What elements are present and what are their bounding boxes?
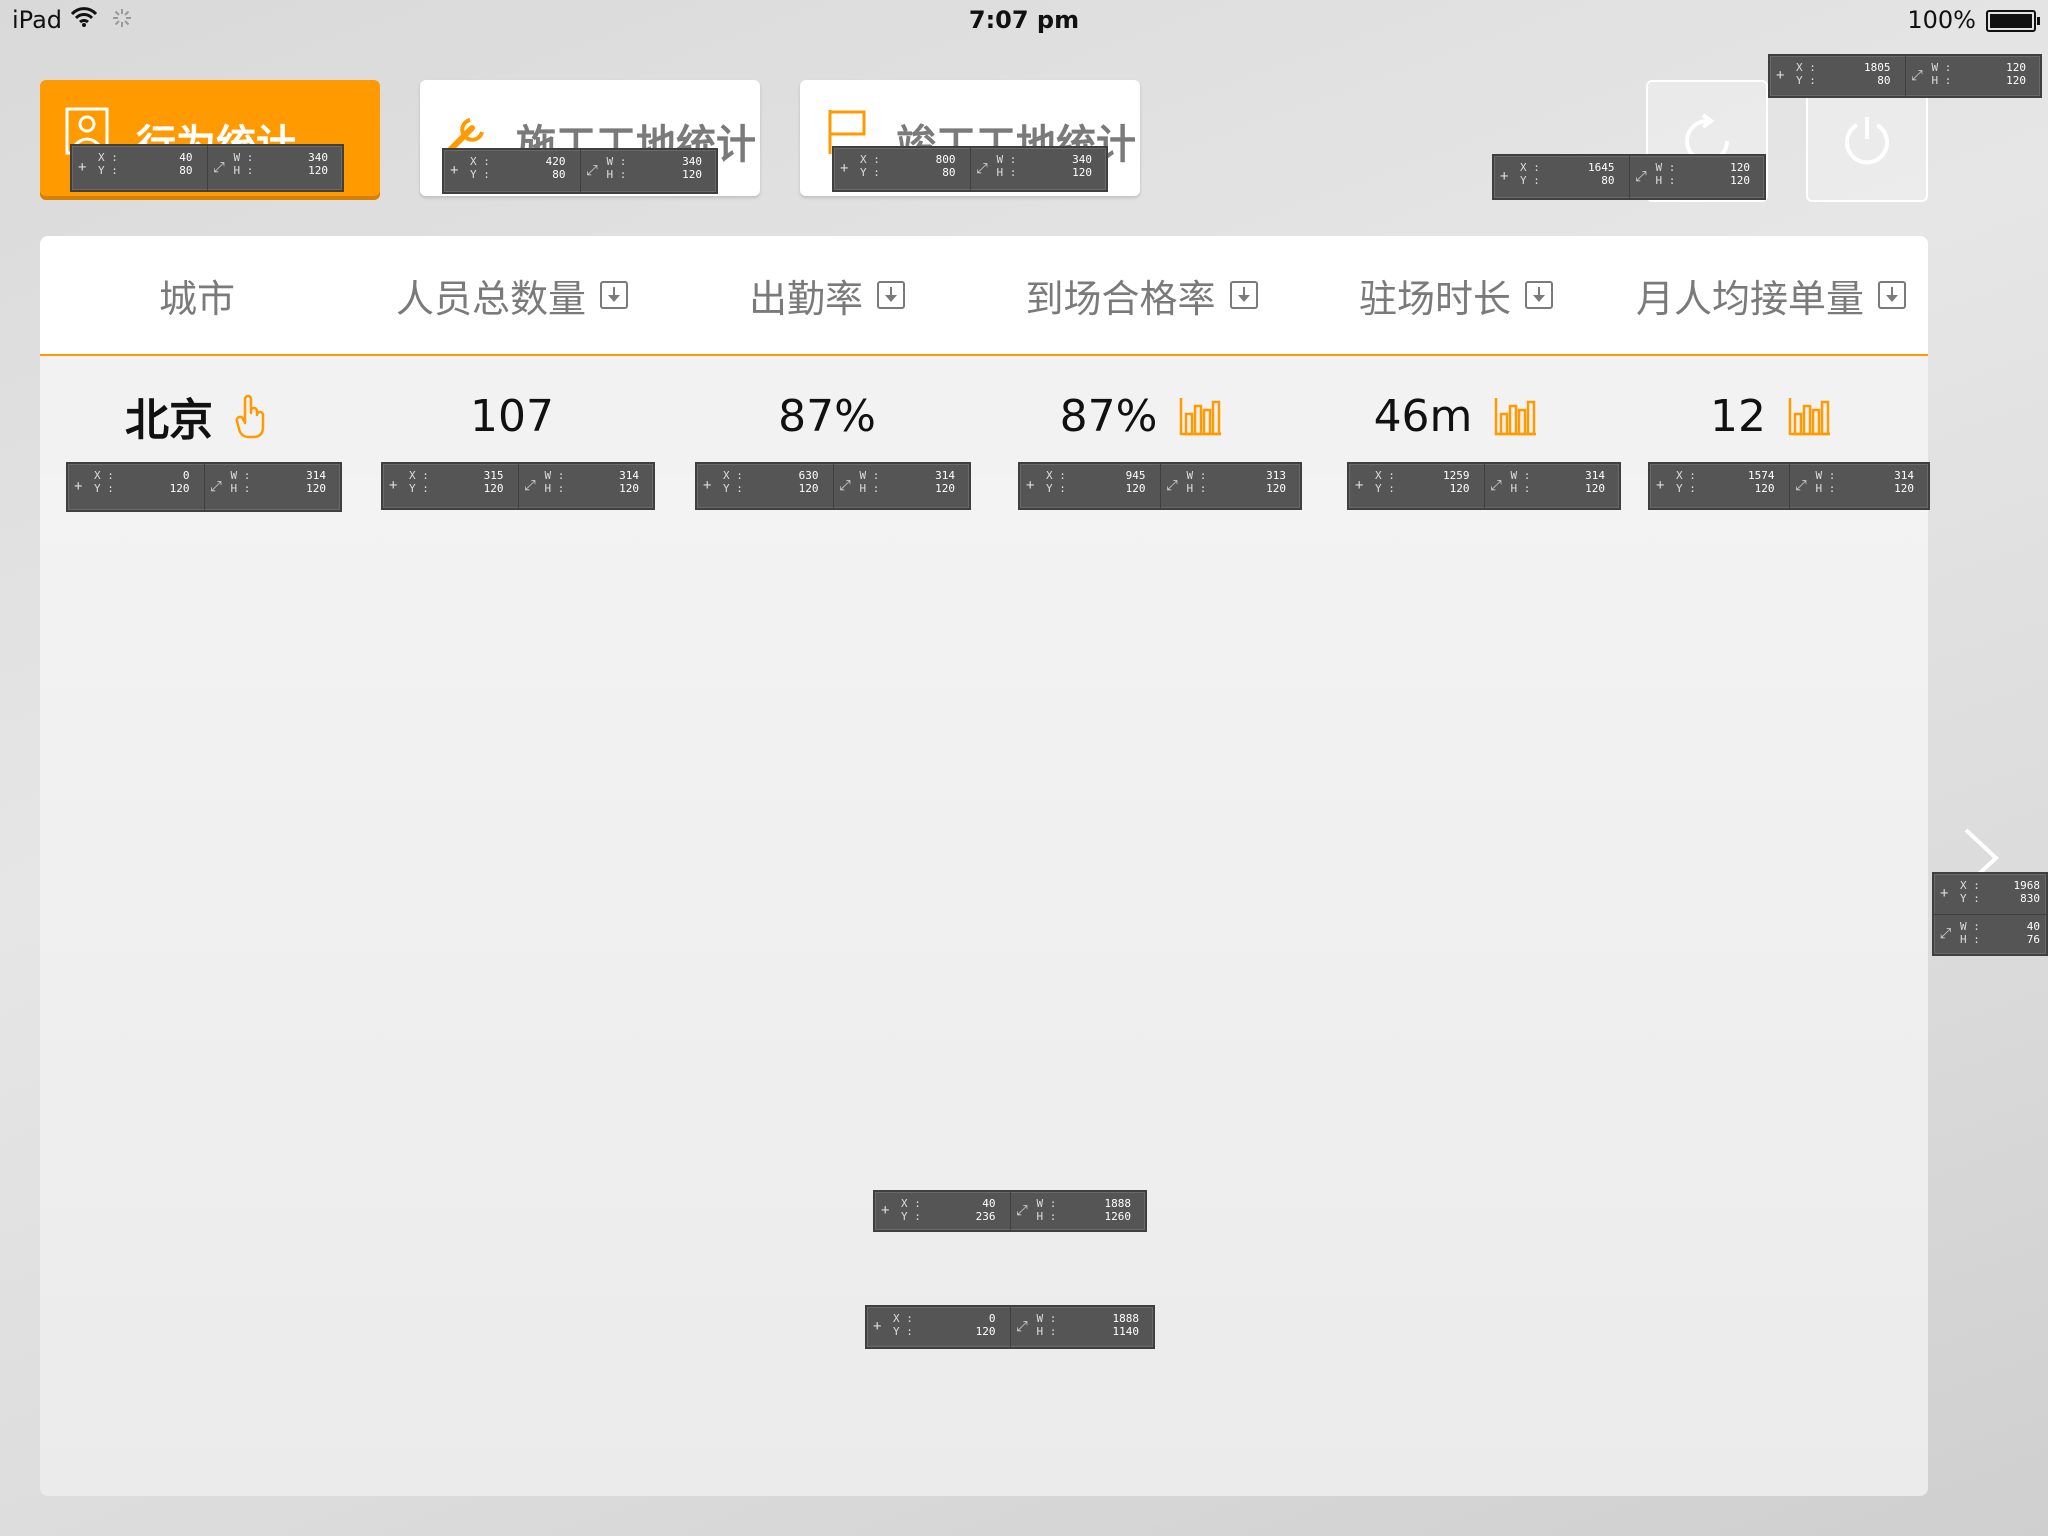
header-attendance-rate[interactable]: 出勤率	[670, 236, 984, 354]
cell-onsite-qualified-rate: 87%	[985, 356, 1298, 476]
status-time: 7:07 pm	[968, 6, 1080, 34]
power-button[interactable]	[1806, 80, 1928, 202]
measurement-overlay: + X :Y :0 120 ⤢ W :H :314 120	[66, 462, 342, 512]
status-bar: iPad 7:07 pm 100%	[0, 0, 2048, 40]
bar-chart-icon[interactable]	[1788, 396, 1832, 436]
header-onsite-qualified-rate[interactable]: 到场合格率	[985, 236, 1298, 354]
table-header: 城市 人员总数量 出勤率 到场合格率 驻场时长 月人均接单量	[40, 236, 1928, 356]
sort-down-icon[interactable]	[600, 281, 628, 309]
cell-monthly-orders: 12	[1614, 356, 1928, 476]
cell-city[interactable]: 北京	[40, 356, 354, 476]
cell-onsite-duration: 46m	[1299, 356, 1613, 476]
hand-pointer-icon[interactable]	[235, 393, 269, 439]
measurement-overlay: + X :Y :1645 80 ⤢ W :H :120 120	[1492, 154, 1766, 200]
header-monthly-orders[interactable]: 月人均接单量	[1614, 236, 1928, 354]
measurement-overlay: + X :Y :1259 120 ⤢ W :H :314 120	[1347, 462, 1621, 510]
battery-icon	[1986, 10, 2040, 32]
bar-chart-icon[interactable]	[1179, 396, 1223, 436]
measurement-overlay: + X :Y :945 120 ⤢ W :H :313 120	[1018, 462, 1302, 510]
sort-down-icon[interactable]	[877, 281, 905, 309]
sort-down-icon[interactable]	[1229, 281, 1258, 309]
measurement-overlay: + X :Y :420 80 ⤢ W :H :340 120	[442, 148, 718, 194]
power-icon	[1845, 117, 1889, 165]
sort-down-icon[interactable]	[1525, 281, 1553, 309]
bar-chart-icon[interactable]	[1494, 396, 1538, 436]
measurement-overlay: + X :Y :1574 120 ⤢ W :H :314 120	[1648, 462, 1930, 510]
measurement-overlay: + X :Y :40 80 ⤢ W :H :340 120	[70, 144, 344, 192]
measurement-overlay: + X :Y :800 80 ⤢ W :H :340 120	[832, 146, 1108, 192]
cell-attendance-rate: 87%	[778, 390, 876, 442]
sort-down-icon[interactable]	[1878, 281, 1906, 309]
measurement-overlay: + X :Y :0 120 ⤢ W :H :1888 1140	[865, 1305, 1155, 1349]
battery-percent: 100%	[1907, 6, 1976, 34]
header-city[interactable]: 城市	[40, 236, 354, 354]
measurement-overlay: + X :Y :40 236 ⤢ W :H :1888 1260	[873, 1190, 1147, 1232]
header-total-staff[interactable]: 人员总数量	[355, 236, 669, 354]
measurement-overlay: + X :Y :1805 80 ⤢ W :H :120 120	[1768, 54, 2042, 98]
measurement-overlay: + X :Y :315 120 ⤢ W :H :314 120	[381, 462, 655, 510]
measurement-overlay: + X :Y :630 120 ⤢ W :H :314 120	[695, 462, 971, 510]
cell-total-staff: 107	[470, 390, 554, 442]
measurement-overlay: + X :Y :1968 830 ⤢ W :H :40 76	[1932, 872, 2048, 956]
header-onsite-duration[interactable]: 驻场时长	[1299, 236, 1613, 354]
table-row[interactable]: 北京 107 87% 87% 46m 12	[40, 356, 1928, 476]
